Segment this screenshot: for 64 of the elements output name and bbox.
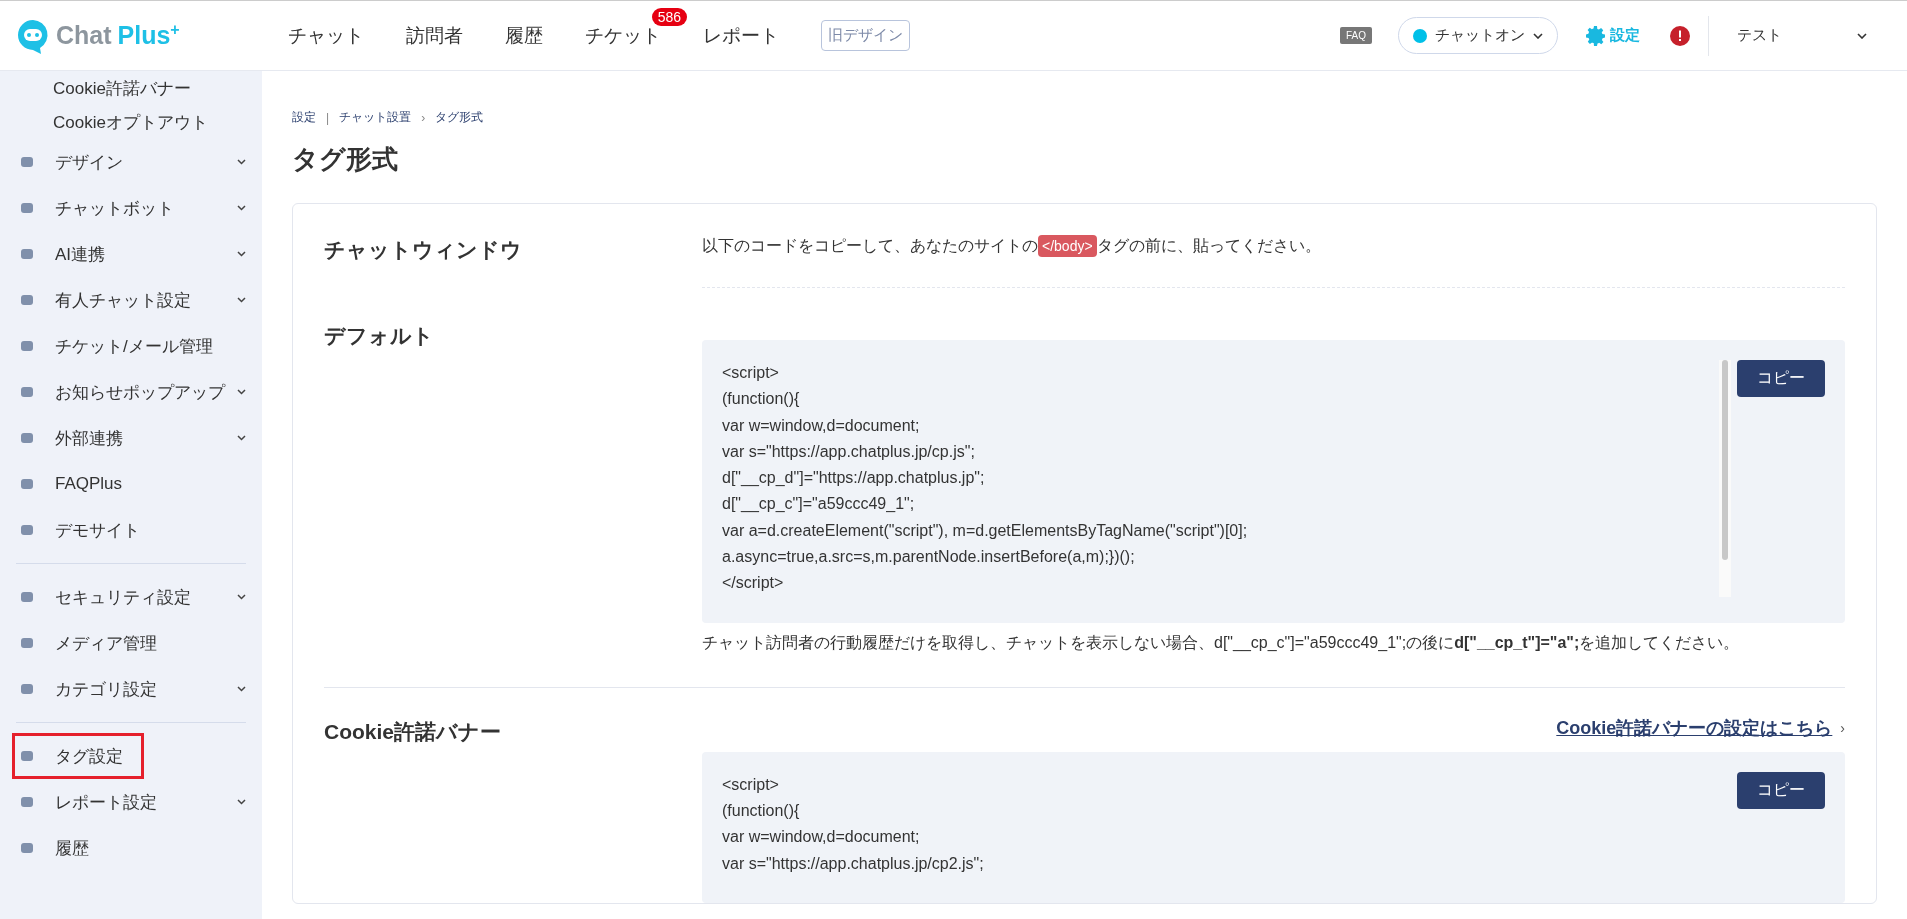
breadcrumb-separator: |	[326, 110, 330, 125]
instruction-text: タグの前に、貼ってください。	[1096, 237, 1321, 254]
code-line: var a=d.createElement("script"), m=d.getElementsByTagName("script")[0];	[722, 520, 1249, 541]
user-menu[interactable]: テスト	[1727, 26, 1877, 45]
settings-link[interactable]: Cookie許諾バナーの設定はこちら	[1556, 715, 1833, 740]
nav-link[interactable]: レポート	[703, 22, 779, 49]
chevron-down-icon	[1533, 32, 1543, 39]
sidebar-item[interactable]: Cookie許諾バナー	[0, 71, 246, 105]
breadcrumb-current: タグ形式	[435, 109, 484, 126]
settings-icon	[1584, 23, 1608, 48]
alert-icon[interactable]	[1670, 25, 1690, 46]
logo-chat-bubble-icon	[16, 17, 50, 54]
faq-icon[interactable]: FAQ	[1340, 27, 1372, 44]
nav-link[interactable]: チャット	[288, 22, 364, 49]
breadcrumb-link[interactable]: 設定	[292, 109, 316, 126]
copy-button[interactable]: コピー	[1737, 771, 1825, 809]
section-heading: Cookie許諾バナー	[324, 718, 502, 745]
sidebar-item[interactable]: デモサイト	[0, 507, 246, 553]
code-line: (function(){	[722, 389, 801, 410]
section-heading: デフォルト	[324, 323, 435, 349]
sidebar-item[interactable]: AI連携	[0, 231, 246, 277]
breadcrumb-separator: ›	[421, 110, 426, 125]
breadcrumb-link[interactable]: チャット設置	[339, 109, 412, 126]
sidebar-item[interactable]: 履歴	[0, 825, 246, 871]
page-title: タグ形式	[292, 143, 399, 176]
sidebar-item[interactable]: Cookieオプトアウト	[0, 105, 246, 139]
code-line: <script>	[722, 774, 780, 795]
nav-link[interactable]: 履歴	[505, 22, 543, 49]
code-line: var w=window,d=document;	[722, 827, 921, 848]
sidebar-item[interactable]: チケット/メール管理	[0, 323, 246, 369]
count-badge: 586	[651, 7, 687, 26]
sidebar-item[interactable]: メディア管理	[0, 620, 246, 666]
sidebar-item[interactable]: デザイン	[0, 139, 246, 185]
sidebar-item[interactable]: 外部連携	[0, 415, 246, 461]
code-line: var s="https://app.chatplus.jp/cp2.js";	[722, 853, 985, 874]
sidebar-item[interactable]: タグ設定	[12, 733, 144, 779]
sidebar-item[interactable]: チャットボット	[0, 185, 246, 231]
code-line: var w=window,d=document;	[722, 415, 921, 436]
sidebar-item[interactable]: お知らせポップアップ	[0, 369, 246, 415]
code-line: d["__cp_c"]="a59ccc49_1";	[722, 494, 916, 515]
sidebar-item[interactable]: カテゴリ設定	[0, 666, 246, 712]
chevron-right-icon: ›	[1840, 719, 1845, 736]
instruction-text: 以下のコードをコピーして、あなたのサイトの	[702, 237, 1038, 254]
code-line: var s="https://app.chatplus.jp/cp.js";	[722, 441, 976, 462]
code-line: d["__cp_d"]="https://app.chatplus.jp";	[722, 468, 986, 489]
sidebar-item[interactable]: FAQPlus	[0, 461, 246, 507]
code-tag-badge: </body>	[1038, 235, 1097, 257]
old-design-button[interactable]: 旧デザイン	[821, 20, 910, 51]
code-line: </script>	[722, 573, 785, 594]
note-text: チャット訪問者の行動履歴だけを取得し、チャットを表示しない場合、d["__cp_c"]="a59ccc49_1";の後にd["__cp_t"]="a";を追加してください。	[702, 632, 1741, 653]
chat-status-dropdown[interactable]: チャットオン	[1398, 17, 1558, 54]
sidebar-item[interactable]: レポート設定	[0, 779, 246, 825]
nav-link[interactable]: 訪問者	[406, 22, 463, 49]
section-heading: チャットウィンドウ	[324, 237, 523, 263]
copy-button[interactable]: コピー	[1737, 360, 1825, 397]
code-line: a.async=true,a.src=s,m.parentNode.insertBefore(a,m);})();	[722, 547, 1136, 568]
logo-wordmark-accent: Plus$^{+}$	[117, 20, 180, 51]
code-line: <script>	[722, 363, 780, 383]
sidebar-item[interactable]: 有人チャット設定	[0, 277, 246, 323]
chevron-down-icon	[1857, 32, 1867, 39]
code-line: (function(){	[722, 800, 801, 821]
scrollbar[interactable]	[1719, 360, 1731, 597]
sidebar-item[interactable]: セキュリティ設定	[0, 574, 246, 620]
logo-wordmark: Chat	[56, 21, 112, 50]
